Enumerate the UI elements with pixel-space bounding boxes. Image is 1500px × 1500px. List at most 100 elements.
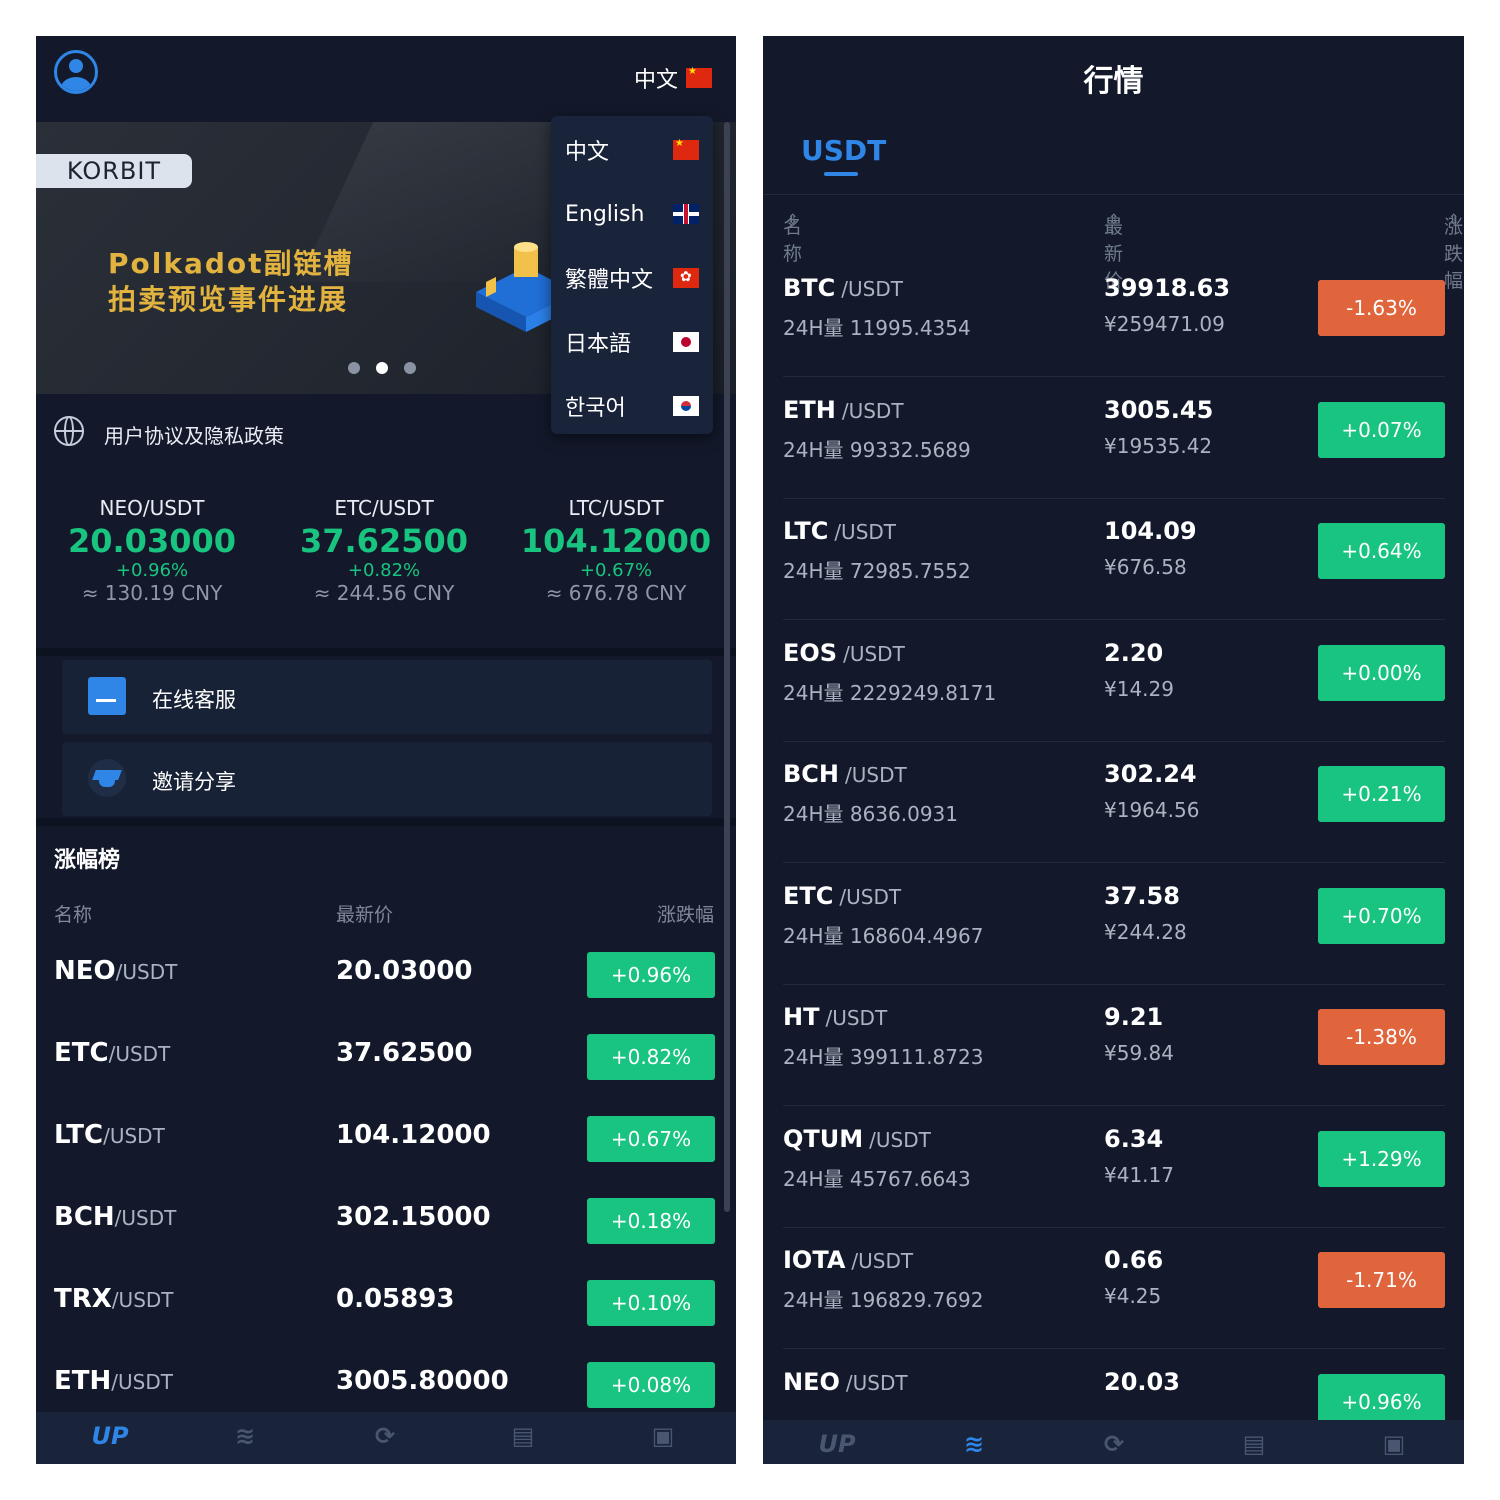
ticker-strip: NEO/USDT 20.03000 +0.96% ≈ 130.19 CNY ET… — [36, 496, 736, 636]
tab-usdt[interactable]: USDT — [801, 134, 886, 167]
table-row[interactable]: TRX/USDT 0.05893 +0.10% — [36, 1264, 736, 1346]
ticker-change: +0.82% — [347, 560, 421, 581]
scrollbar[interactable] — [724, 122, 730, 1212]
market-row[interactable]: LTC/USDT 24H量 72985.7552 104.09 ¥676.58 +0.6… — [783, 499, 1445, 620]
language-option-label: 日本語 — [565, 332, 632, 357]
row-coin: ETC/USDT — [54, 1038, 170, 1068]
banner-dot-active[interactable] — [376, 362, 388, 374]
orders-icon[interactable]: ▤ — [506, 1422, 540, 1454]
row-coin: BCH/USDT — [54, 1202, 176, 1232]
hk-flag-icon — [673, 268, 699, 288]
orders-icon[interactable]: ▤ — [1237, 1430, 1271, 1462]
language-option-label: 中文 — [565, 140, 610, 165]
row-coin: LTC/USDT — [783, 517, 896, 545]
row-price: 302.15000 — [336, 1202, 491, 1232]
market-row[interactable]: ETH/USDT 24H量 99332.5689 3005.45 ¥19535.42 +… — [783, 378, 1445, 499]
market-row[interactable]: HT/USDT 24H量 399111.8723 9.21 ¥59.84 -1.38% — [783, 985, 1445, 1106]
market-row[interactable]: BTC/USDT 24H量 11995.4354 39918.63 ¥259471.0… — [783, 256, 1445, 377]
user-avatar-icon[interactable] — [54, 50, 98, 94]
coin-symbol: QTUM — [783, 1124, 864, 1153]
ticker-card[interactable]: LTC/USDT 104.12000 +0.67% ≈ 676.78 CNY — [500, 496, 732, 605]
coin-symbol: BCH — [783, 760, 839, 788]
tab-home[interactable]: UP — [88, 1422, 132, 1454]
coin-quote: /USDT — [825, 1006, 888, 1030]
row-coin: QTUM/USDT — [783, 1125, 931, 1153]
cn-flag-icon — [686, 66, 712, 88]
change-badge: +0.70% — [1318, 887, 1445, 944]
invite-share-button[interactable]: 邀请分享 — [62, 742, 712, 816]
market-icon[interactable]: ≋ — [228, 1422, 262, 1454]
row-volume: 24H量 399111.8723 — [783, 1045, 984, 1069]
ticker-price: 20.03000 — [67, 522, 236, 560]
table-row[interactable]: NEO/USDT 20.03000 +0.96% — [36, 936, 736, 1018]
table-row[interactable]: ETC/USDT 37.62500 +0.82% — [36, 1018, 736, 1100]
row-volume: 24H量 8636.0931 — [783, 802, 958, 826]
market-row[interactable]: ETC/USDT 24H量 168604.4967 37.58 ¥244.28 +0.7… — [783, 864, 1445, 985]
banner-headline: Polkadot副链槽 — [108, 247, 354, 280]
sort-icon: ⇕ — [787, 212, 799, 228]
market-row[interactable]: QTUM/USDT 24H量 45767.6643 6.34 ¥41.17 +1.29% — [783, 1107, 1445, 1228]
coin-quote: /USDT — [869, 1127, 931, 1152]
cn-flag-icon — [673, 138, 699, 160]
exchange-icon[interactable]: ⟳ — [368, 1422, 402, 1454]
row-cny: ¥1964.56 — [1104, 798, 1200, 822]
language-option-ja[interactable]: 日本語 — [551, 310, 713, 374]
ticker-price: 37.62500 — [299, 522, 468, 560]
language-option-en[interactable]: English — [551, 182, 713, 246]
language-option-zh[interactable]: 中文 — [551, 118, 713, 182]
market-row[interactable]: BCH/USDT 24H量 8636.0931 302.24 ¥1964.56 +0.2… — [783, 742, 1445, 863]
row-cny: ¥59.84 — [1104, 1041, 1174, 1065]
table-row[interactable]: BCH/USDT 302.15000 +0.18% — [36, 1182, 736, 1264]
row-coin: IOTA/USDT — [783, 1246, 913, 1274]
row-cny: ¥676.58 — [1104, 555, 1187, 579]
language-option-label: English — [565, 201, 645, 227]
wallet-icon[interactable]: ▣ — [646, 1422, 680, 1454]
row-coin: EOS/USDT — [783, 639, 905, 667]
coin-symbol: LTC — [54, 1120, 104, 1150]
coin-quote: /USDT — [103, 1124, 165, 1148]
tab-underline — [824, 172, 858, 176]
language-option-zh-tw[interactable]: 繁體中文 — [551, 246, 713, 310]
gainers-header: 名称 最新价 涨跌幅 — [36, 900, 736, 930]
market-screen: 行情 USDT 名称 ⇕ 最新价 ⇕ 涨跌幅 ⇕ BTC/USDT 24H量 11995… — [763, 36, 1464, 1464]
header-change: 涨跌幅 — [656, 904, 714, 926]
coin-symbol: ETH — [783, 395, 836, 424]
notice-bar[interactable]: 用户协议及隐私政策 — [36, 394, 736, 478]
change-badge: +0.08% — [587, 1362, 715, 1408]
change-badge: +0.67% — [587, 1116, 715, 1162]
market-row[interactable]: IOTA/USDT 24H量 196829.7692 0.66 ¥4.25 -1.71% — [783, 1228, 1445, 1349]
language-switcher[interactable]: 中文 — [634, 62, 712, 94]
row-price: 9.21 — [1104, 1003, 1164, 1031]
banner-dot[interactable] — [348, 362, 360, 374]
coin-symbol: NEO — [783, 1367, 840, 1396]
coin-symbol: BCH — [54, 1202, 115, 1232]
banner-dot[interactable] — [404, 362, 416, 374]
table-row[interactable]: LTC/USDT 104.12000 +0.67% — [36, 1100, 736, 1182]
row-coin: NEO/USDT — [54, 956, 177, 986]
tab-home[interactable]: UP — [815, 1430, 859, 1462]
market-icon[interactable]: ≋ — [957, 1430, 991, 1462]
online-support-button[interactable]: 在线客服 — [62, 660, 712, 734]
row-price: 2.20 — [1104, 638, 1164, 667]
language-option-label: 繁體中文 — [565, 268, 654, 293]
exchange-icon[interactable]: ⟳ — [1097, 1430, 1131, 1462]
coin-quote: /USDT — [108, 1042, 171, 1066]
row-price: 39918.63 — [1104, 274, 1231, 302]
jp-flag-icon — [673, 332, 699, 352]
row-volume: 24H量 168604.4967 — [783, 923, 984, 948]
ticker-pair: ETC/USDT — [334, 496, 434, 520]
ticker-cny: ≈ 130.19 CNY — [81, 581, 223, 605]
ticker-card[interactable]: ETC/USDT 37.62500 +0.82% ≈ 244.56 CNY — [268, 496, 500, 605]
wallet-icon[interactable]: ▣ — [1377, 1430, 1411, 1462]
ticker-card[interactable]: NEO/USDT 20.03000 +0.96% ≈ 130.19 CNY — [36, 496, 268, 605]
coin-quote: /USDT — [841, 398, 904, 423]
header-name: 名称 — [54, 904, 93, 926]
graduation-cap-icon — [88, 759, 126, 797]
row-price: 302.24 — [1104, 760, 1197, 788]
coin-quote: /USDT — [845, 763, 907, 787]
page-title: 行情 — [1083, 64, 1144, 99]
change-badge: +0.00% — [1318, 644, 1445, 701]
market-row[interactable]: EOS/USDT 24H量 2229249.8171 2.20 ¥14.29 +0.00… — [783, 621, 1445, 742]
home-header: 中文 — [36, 36, 736, 122]
row-volume: 24H量 72985.7552 — [783, 559, 971, 583]
